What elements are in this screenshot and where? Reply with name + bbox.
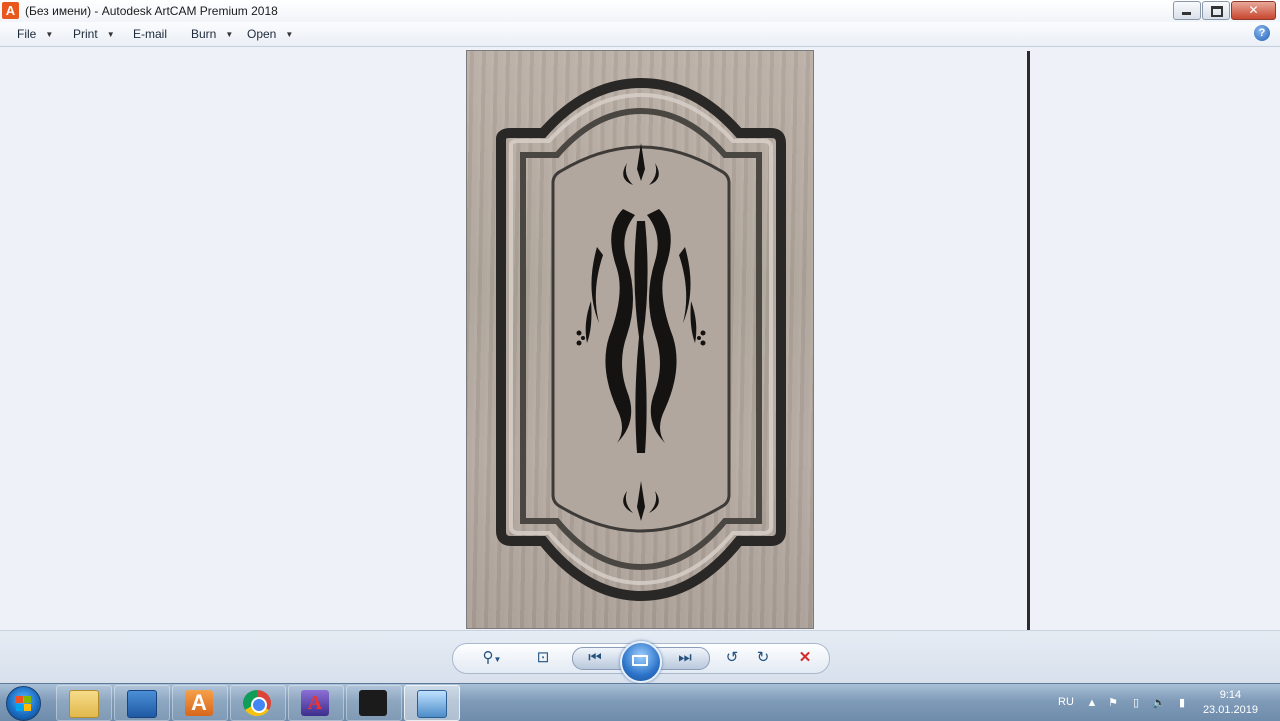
windows-logo-icon <box>16 696 31 711</box>
taskbar: A A RU ▲ ⚑ ▯ 🔈 ▮ 9:14 23.01.2019 <box>0 683 1280 721</box>
menu-email[interactable]: E-mail <box>133 22 167 46</box>
dropdown-arrow-icon: ▼ <box>106 30 115 39</box>
rotate-left-button[interactable]: ↺ <box>721 648 743 668</box>
rotate-right-button[interactable]: ↻ <box>752 648 774 668</box>
menu-open[interactable]: Open ▼ <box>247 22 293 46</box>
magnifier-icon: ⚲ <box>482 649 494 666</box>
close-icon: ✕ <box>1248 3 1259 17</box>
show-hidden-icons-icon[interactable]: ▲ <box>1085 696 1099 710</box>
command-bar: File ▼ Print ▼ E-mail Burn ▼ Open ▼ ? <box>0 22 1280 47</box>
next-button[interactable]: ⏭ <box>674 648 696 668</box>
maximize-button[interactable] <box>1202 1 1230 20</box>
start-button[interactable] <box>6 686 41 721</box>
language-indicator[interactable]: RU <box>1058 684 1074 721</box>
taskbar-rhino[interactable] <box>346 685 402 721</box>
help-icon[interactable]: ? <box>1254 25 1270 41</box>
network-signal-icon[interactable]: ▮ <box>1175 696 1189 710</box>
menu-open-label: Open <box>247 27 277 41</box>
menu-print[interactable]: Print ▼ <box>73 22 115 46</box>
vertical-divider <box>1027 51 1030 665</box>
rotate-cw-icon: ↻ <box>756 649 770 666</box>
window-title: (Без имени) - Autodesk ArtCAM Premium 20… <box>25 4 278 18</box>
previous-icon: ⏮ <box>588 649 602 666</box>
dropdown-arrow-icon: ▼ <box>225 30 234 39</box>
clock[interactable]: 9:14 23.01.2019 <box>1203 688 1258 718</box>
dropdown-arrow-icon: ▼ <box>45 30 54 39</box>
remote-desktop-icon <box>127 690 157 718</box>
minimize-icon <box>1182 12 1191 15</box>
rhino-icon <box>359 690 387 716</box>
next-icon: ⏭ <box>678 649 692 666</box>
window-controls: ✕ <box>1172 1 1276 20</box>
menu-file-label: File <box>17 27 37 41</box>
clock-date: 23.01.2019 <box>1202 704 1258 716</box>
taskbar-remote-desktop[interactable] <box>114 685 170 721</box>
fit-to-window-button[interactable]: ⊡ <box>532 648 554 668</box>
slideshow-button[interactable] <box>620 641 662 683</box>
delete-icon: ✕ <box>798 649 812 666</box>
restore-icon <box>1211 6 1223 17</box>
zoom-button[interactable]: ⚲▼ <box>478 648 506 668</box>
clock-time: 9:14 <box>1219 689 1242 701</box>
door-panel-drawing <box>496 77 786 602</box>
menu-email-label: E-mail <box>133 27 168 41</box>
menu-file[interactable]: File ▼ <box>17 22 53 46</box>
taskbar-artcam[interactable]: A <box>172 685 228 721</box>
chrome-icon <box>243 690 271 716</box>
close-button[interactable]: ✕ <box>1231 1 1276 20</box>
minimize-button[interactable] <box>1173 1 1201 20</box>
delete-button[interactable]: ✕ <box>794 648 816 668</box>
image-viewer-area <box>0 47 1280 665</box>
volume-icon[interactable]: 🔈 <box>1152 696 1166 710</box>
artcam-jewel-icon: A <box>301 690 329 716</box>
dropdown-arrow-icon: ▼ <box>285 30 294 39</box>
artcam-icon: A <box>185 690 213 716</box>
taskbar-artcam-alt[interactable]: A <box>288 685 344 721</box>
power-icon[interactable]: ▯ <box>1129 696 1143 710</box>
door-panel-image <box>466 50 814 629</box>
artcam-app-icon[interactable]: A <box>2 2 19 19</box>
menu-burn-label: Burn <box>191 27 217 41</box>
menu-burn[interactable]: Burn ▼ <box>191 22 233 46</box>
folder-icon <box>69 690 99 718</box>
taskbar-chrome[interactable] <box>230 685 286 721</box>
title-bar: A (Без имени) - Autodesk ArtCAM Premium … <box>0 0 1280 23</box>
menu-print-label: Print <box>73 27 98 41</box>
dropdown-arrow-icon: ▼ <box>493 655 502 664</box>
photo-viewer-icon <box>417 690 447 718</box>
taskbar-explorer[interactable] <box>56 685 112 721</box>
rotate-ccw-icon: ↺ <box>725 649 739 666</box>
previous-button[interactable]: ⏮ <box>584 648 606 668</box>
taskbar-photo-viewer[interactable] <box>404 685 460 721</box>
fit-to-window-icon: ⊡ <box>536 649 550 666</box>
action-center-icon[interactable]: ⚑ <box>1106 696 1120 710</box>
slideshow-icon <box>632 655 648 666</box>
